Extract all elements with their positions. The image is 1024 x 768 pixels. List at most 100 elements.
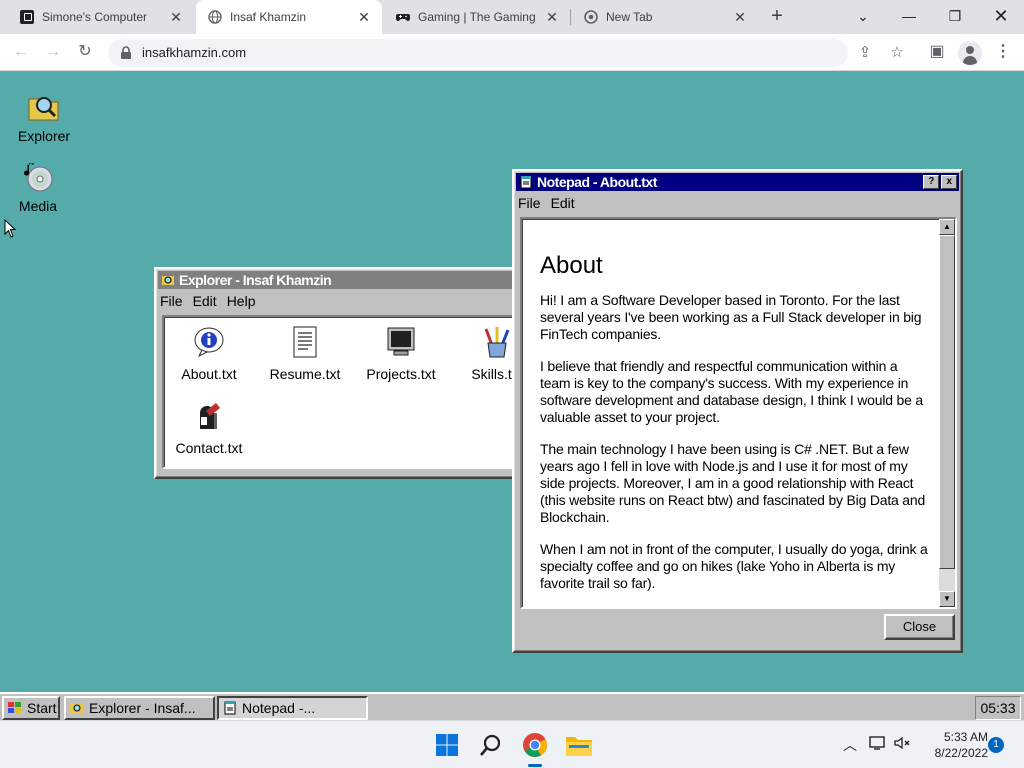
info-icon xyxy=(194,327,224,358)
search-icon[interactable] xyxy=(475,729,507,761)
file-label: Resume.txt xyxy=(269,366,341,382)
globe-icon xyxy=(208,10,222,24)
start-label: Start xyxy=(27,700,57,716)
file-projects-txt[interactable]: Projects.txt xyxy=(356,325,446,382)
share-icon[interactable]: ⇪ xyxy=(854,42,876,64)
file-label: Contact.txt xyxy=(175,440,243,456)
explorer-title: Explorer - Insaf Khamzin xyxy=(179,272,332,288)
system-time: 5:33 AM xyxy=(943,730,988,744)
taskbar-item-label: Explorer - Insaf... xyxy=(89,700,196,716)
win95-taskbar: Start Explorer - Insaf... Notepad -... 0… xyxy=(0,692,1024,720)
notepad-text-area[interactable]: About Hi! I am a Software Developer base… xyxy=(520,217,957,609)
close-icon[interactable]: ✕ xyxy=(168,9,184,26)
file-explorer-icon[interactable] xyxy=(563,729,595,761)
file-label: About.txt xyxy=(181,366,237,382)
speaker-muted-icon[interactable] xyxy=(892,735,912,755)
bookmark-star-icon[interactable]: ☆ xyxy=(886,42,908,64)
file-contact-txt[interactable]: Contact.txt xyxy=(164,399,254,456)
restore-button[interactable]: ❐ xyxy=(932,0,978,34)
page-heading: About xyxy=(540,252,603,279)
notepad-icon xyxy=(224,701,236,715)
chevron-up-icon[interactable]: ︿ xyxy=(840,735,860,755)
menu-help[interactable]: Help xyxy=(227,293,256,309)
gamepad-icon xyxy=(396,14,410,21)
document-icon xyxy=(293,326,317,358)
browser-tab-strip: Simone's Computer ✕ Insaf Khamzin ✕ Gami… xyxy=(0,0,1024,34)
back-arrow-icon[interactable]: ← xyxy=(8,40,34,66)
mailbox-icon xyxy=(200,403,220,429)
explorer-titlebar[interactable]: Explorer - Insaf Khamzin xyxy=(158,271,520,289)
folder-magnifier-icon xyxy=(70,704,83,713)
monitor-icon xyxy=(387,327,415,356)
menu-edit[interactable]: Edit xyxy=(193,293,217,309)
windows-taskbar: ︿ 5:33 AM 8/22/2022 1 xyxy=(0,720,1024,768)
notepad-menubar: File Edit xyxy=(514,193,961,213)
tab-title: Simone's Computer xyxy=(42,10,147,24)
notepad-icon xyxy=(520,176,532,189)
reload-icon[interactable]: ↻ xyxy=(72,40,98,66)
notepad-title: Notepad - About.txt xyxy=(537,174,657,190)
tab-divider xyxy=(570,9,571,25)
windows-start-icon[interactable] xyxy=(431,729,463,761)
notification-badge[interactable]: 1 xyxy=(988,737,1004,753)
address-bar[interactable]: insafkhamzin.com ⇪ ☆ xyxy=(108,39,904,67)
notepad-titlebar[interactable]: Notepad - About.txt ? x xyxy=(516,173,959,191)
file-label: Projects.txt xyxy=(366,366,436,382)
scroll-up-arrow-icon[interactable]: ▲ xyxy=(939,219,955,235)
start-button[interactable]: Start xyxy=(2,696,60,720)
chrome-taskbar-icon[interactable] xyxy=(519,729,551,761)
system-clock[interactable]: 5:33 AM 8/22/2022 xyxy=(918,729,988,761)
menu-kebab-icon[interactable]: ⋮ xyxy=(990,40,1016,66)
tab-simones-computer[interactable]: Simone's Computer ✕ xyxy=(8,0,194,34)
close-icon[interactable]: ✕ xyxy=(544,9,560,26)
file-about-txt[interactable]: About.txt xyxy=(164,325,254,382)
mouse-cursor-icon xyxy=(4,219,17,238)
folder-magnifier-icon xyxy=(162,276,174,285)
paragraph: When I am not in front of the computer, … xyxy=(540,541,928,591)
window-close-button[interactable]: ✕ xyxy=(978,0,1024,34)
paragraph: The main technology I have been using is… xyxy=(540,441,926,525)
pencil-cup-icon xyxy=(484,327,510,358)
taskbar-item-explorer[interactable]: Explorer - Insaf... xyxy=(64,696,215,720)
desktop-icon-label: Media xyxy=(18,198,58,214)
explorer-menubar: File Edit Help xyxy=(156,291,522,311)
profile-avatar-icon[interactable] xyxy=(958,41,982,65)
menu-file[interactable]: File xyxy=(160,293,183,309)
close-icon[interactable]: x xyxy=(941,175,957,189)
file-resume-txt[interactable]: Resume.txt xyxy=(260,325,350,382)
system-date: 8/22/2022 xyxy=(934,746,988,760)
url-text[interactable]: insafkhamzin.com xyxy=(142,45,246,60)
paragraph: I believe that friendly and respectful c… xyxy=(540,358,923,425)
tab-new-tab[interactable]: New Tab ✕ xyxy=(572,0,758,34)
notepad-window: Notepad - About.txt ? x File Edit About … xyxy=(512,169,963,653)
side-panel-icon[interactable]: ▣ xyxy=(924,40,950,66)
dark-square-icon xyxy=(20,10,34,24)
menu-file[interactable]: File xyxy=(518,195,541,211)
taskbar-item-notepad[interactable]: Notepad -... xyxy=(217,696,368,720)
close-icon[interactable]: ✕ xyxy=(732,9,748,26)
new-tab-button[interactable]: + xyxy=(764,4,790,30)
folder-magnifier-icon xyxy=(28,97,59,121)
vertical-scrollbar[interactable]: ▲ ▼ xyxy=(939,219,955,607)
desktop-icon-explorer[interactable]: Explorer xyxy=(9,91,79,144)
tab-search-chevron-icon[interactable]: ⌄ xyxy=(840,0,886,34)
close-icon[interactable]: ✕ xyxy=(356,9,372,26)
desktop-icon-label: Explorer xyxy=(17,128,71,144)
help-button[interactable]: ? xyxy=(923,175,939,189)
notepad-content: About Hi! I am a Software Developer base… xyxy=(522,219,939,607)
tab-title: New Tab xyxy=(606,10,653,24)
forward-arrow-icon[interactable]: → xyxy=(40,40,66,66)
tab-gaming[interactable]: Gaming | The Gaming ✕ xyxy=(384,0,570,34)
tab-insaf-khamzin[interactable]: Insaf Khamzin ✕ xyxy=(196,0,382,34)
minimize-button[interactable]: — xyxy=(886,0,932,34)
active-app-indicator xyxy=(528,764,542,767)
tab-title: Gaming | The Gaming xyxy=(418,10,536,24)
desktop-icon-media[interactable]: Media xyxy=(3,161,73,214)
scroll-thumb[interactable] xyxy=(939,235,955,569)
close-button[interactable]: Close xyxy=(884,614,955,640)
lock-icon[interactable] xyxy=(120,46,132,60)
network-display-icon[interactable] xyxy=(868,735,888,755)
paragraph: Hi! I am a Software Developer based in T… xyxy=(540,292,922,342)
scroll-down-arrow-icon[interactable]: ▼ xyxy=(939,591,955,607)
menu-edit[interactable]: Edit xyxy=(551,195,575,211)
